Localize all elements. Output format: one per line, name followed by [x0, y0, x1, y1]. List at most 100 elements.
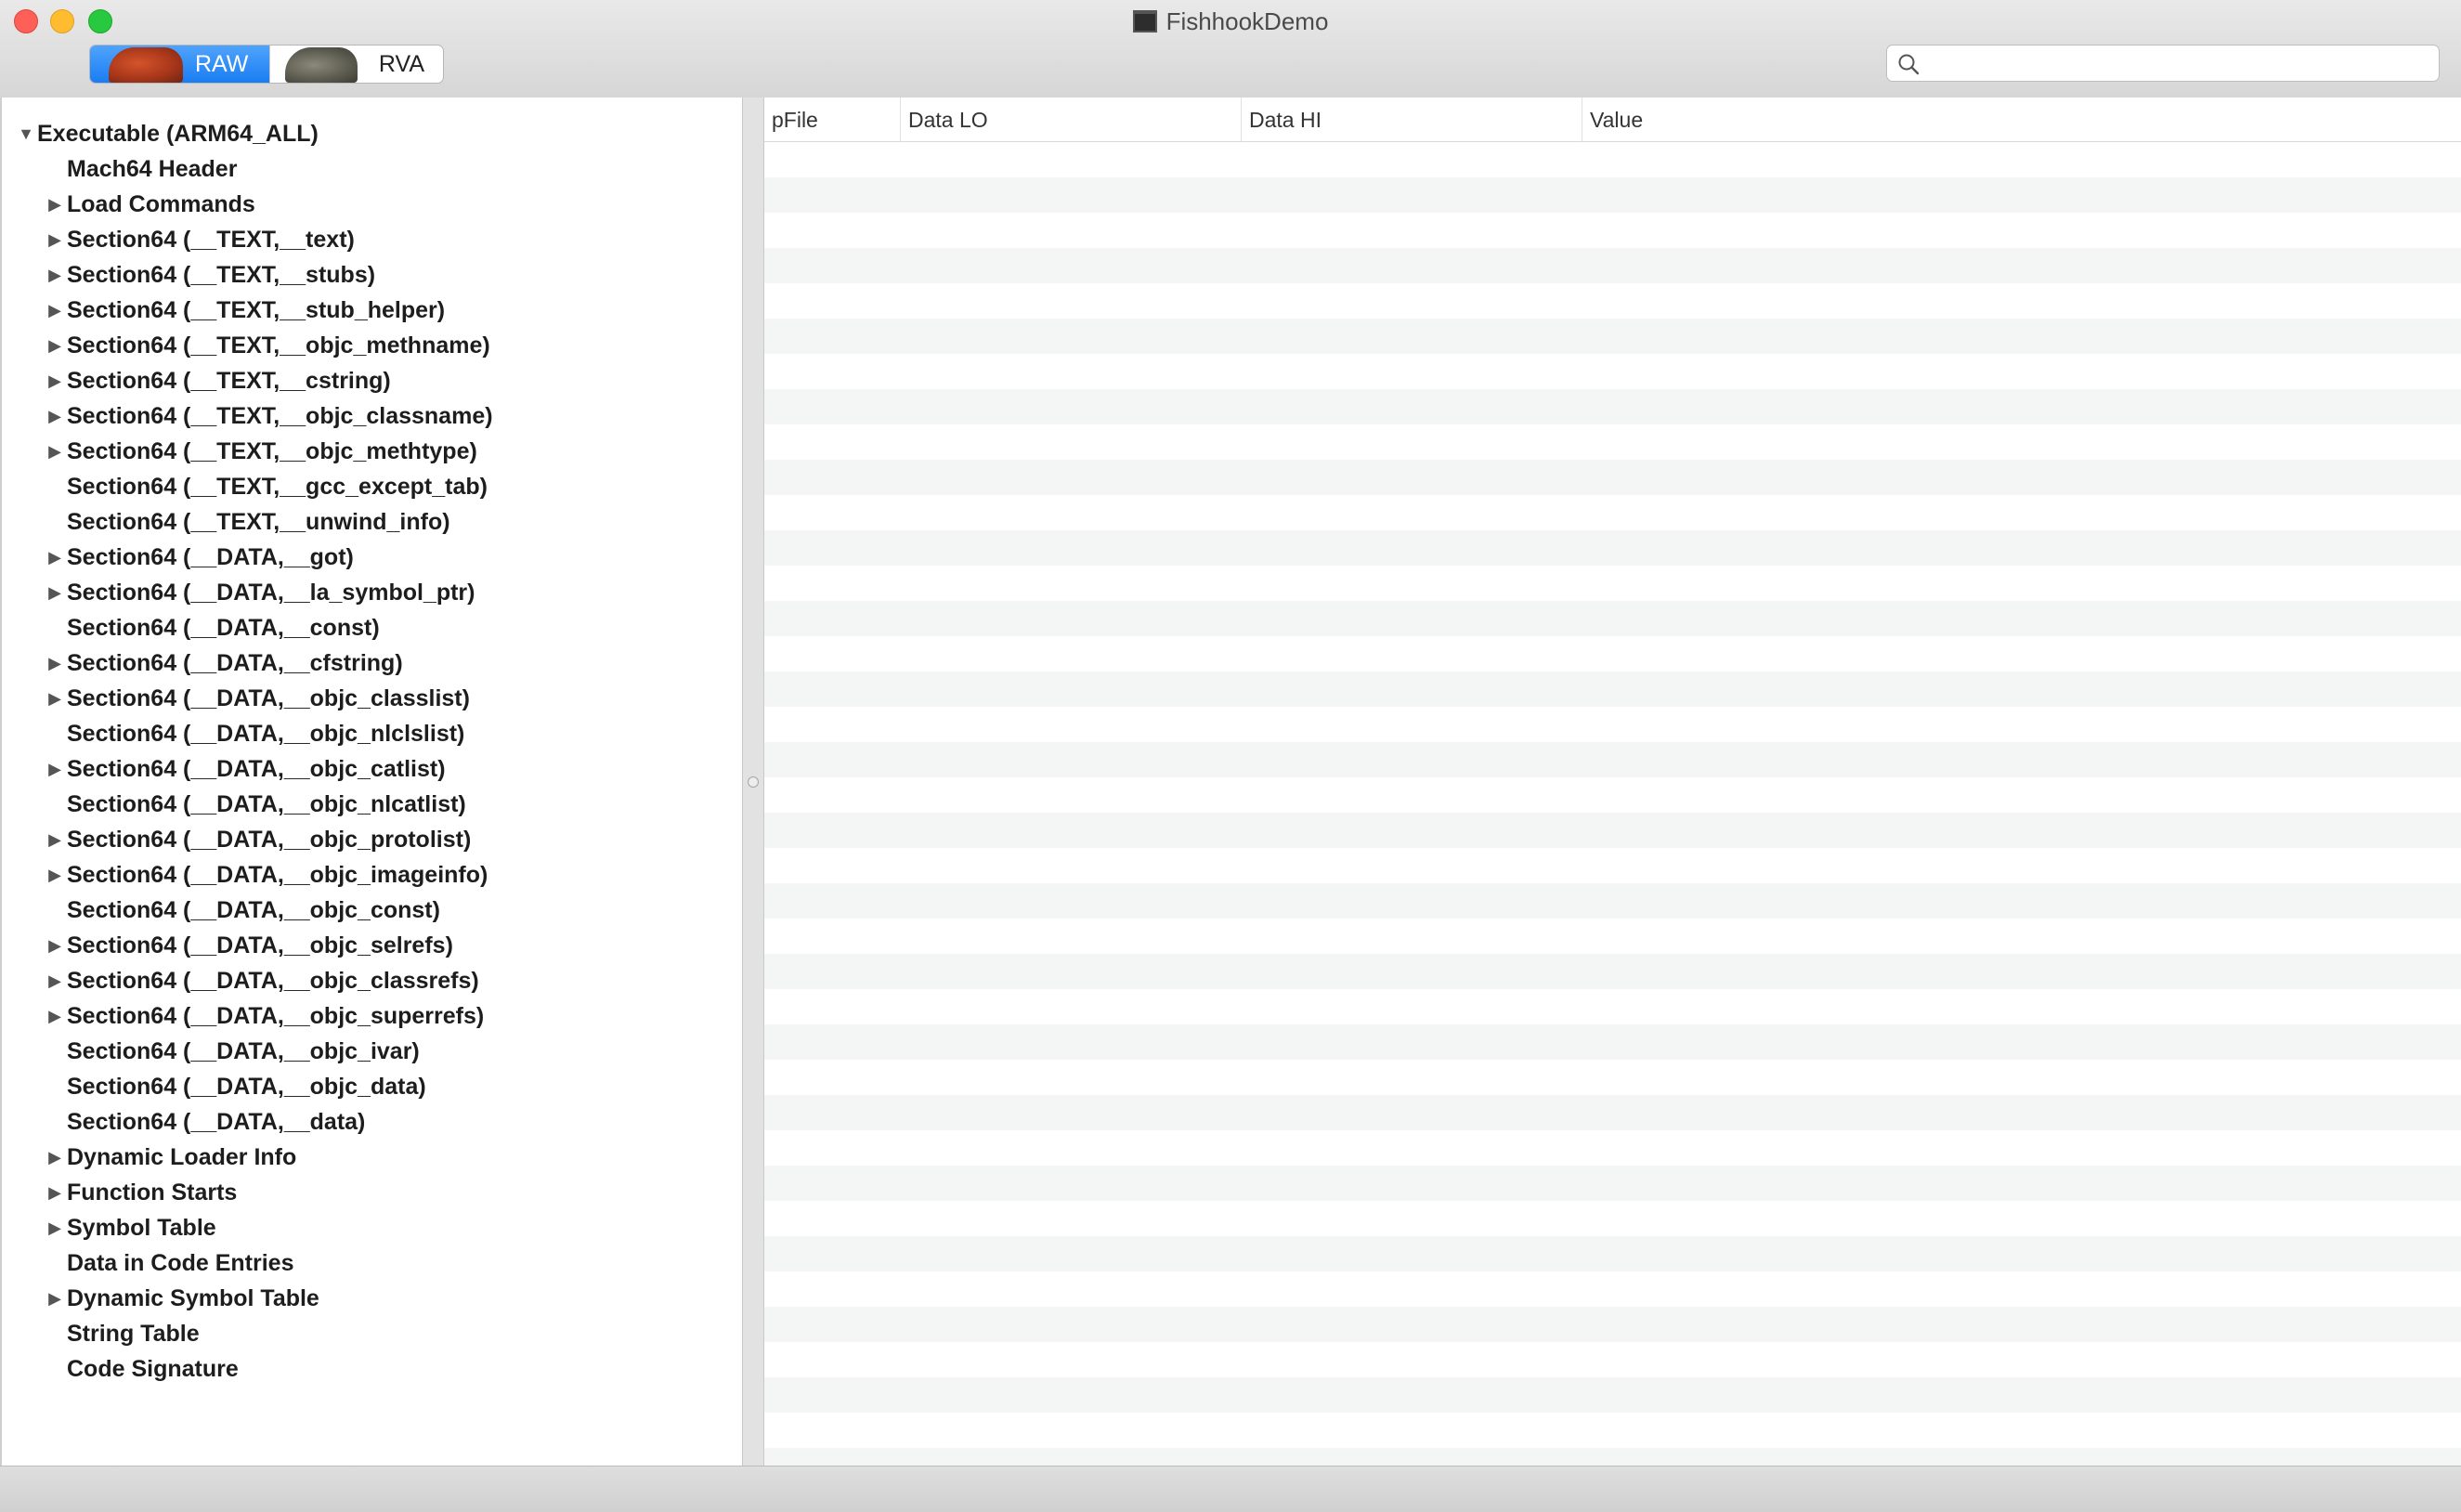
outline-row[interactable]: ▶ Section64 (__DATA,__objc_selrefs): [2, 928, 742, 963]
disclosure-collapsed-icon[interactable]: ▶: [46, 998, 64, 1034]
outline-row[interactable]: ▶ Section64 (__TEXT,__objc_classname): [2, 398, 742, 434]
outline-row[interactable]: ▶ Section64 (__DATA,__objc_classrefs): [2, 963, 742, 998]
raw-mode-button[interactable]: RAW: [90, 46, 269, 83]
table-row[interactable]: [764, 354, 2461, 389]
table-row[interactable]: [764, 319, 2461, 354]
outline-row[interactable]: ▶ Section64 (__TEXT,__stubs): [2, 257, 742, 293]
table-row[interactable]: [764, 989, 2461, 1024]
outline-row[interactable]: ▶ Section64 (__DATA,__la_symbol_ptr): [2, 575, 742, 610]
table-row[interactable]: [764, 777, 2461, 813]
table-row[interactable]: [764, 1342, 2461, 1377]
disclosure-collapsed-icon[interactable]: ▶: [46, 857, 64, 893]
disclosure-collapsed-icon[interactable]: ▶: [46, 963, 64, 998]
table-row[interactable]: [764, 213, 2461, 248]
outline-row[interactable]: ▶ Section64 (__DATA,__cfstring): [2, 645, 742, 681]
outline-row[interactable]: ▶ Section64 (__TEXT,__objc_methtype): [2, 434, 742, 469]
outline-row[interactable]: ▶ Section64 (__DATA,__got): [2, 540, 742, 575]
table-row[interactable]: [764, 283, 2461, 319]
outline-row[interactable]: ▶ Dynamic Loader Info: [2, 1140, 742, 1175]
table-row[interactable]: [764, 1095, 2461, 1130]
disclosure-collapsed-icon[interactable]: ▶: [46, 1140, 64, 1175]
table-row[interactable]: [764, 601, 2461, 636]
table-row[interactable]: [764, 530, 2461, 566]
table-row[interactable]: [764, 1271, 2461, 1307]
disclosure-collapsed-icon[interactable]: ▶: [46, 751, 64, 787]
table-row[interactable]: [764, 1307, 2461, 1342]
disclosure-collapsed-icon[interactable]: ▶: [46, 822, 64, 857]
table-row[interactable]: [764, 1130, 2461, 1166]
disclosure-collapsed-icon[interactable]: ▶: [46, 645, 64, 681]
disclosure-collapsed-icon[interactable]: ▶: [46, 222, 64, 257]
disclosure-expanded-icon[interactable]: ▼: [17, 116, 35, 151]
outline-row[interactable]: ▶ Section64 (__DATA,__objc_imageinfo): [2, 857, 742, 893]
disclosure-collapsed-icon[interactable]: ▶: [46, 187, 64, 222]
outline-row[interactable]: ▶ Section64 (__TEXT,__cstring): [2, 363, 742, 398]
table-row[interactable]: [764, 389, 2461, 424]
table-row[interactable]: [764, 1377, 2461, 1413]
outline-row[interactable]: ▶ Function Starts: [2, 1175, 742, 1210]
table-row[interactable]: [764, 1236, 2461, 1271]
outline-row[interactable]: ▶ Section64 (__DATA,__objc_protolist): [2, 822, 742, 857]
table-row[interactable]: [764, 1060, 2461, 1095]
outline-row[interactable]: Section64 (__DATA,__objc_nlclslist): [2, 716, 742, 751]
outline-row[interactable]: Mach64 Header: [2, 151, 742, 187]
table-row[interactable]: [764, 495, 2461, 530]
table-row[interactable]: [764, 566, 2461, 601]
table-row[interactable]: [764, 742, 2461, 777]
outline-row[interactable]: Code Signature: [2, 1351, 742, 1387]
table-row[interactable]: [764, 460, 2461, 495]
table-row[interactable]: [764, 177, 2461, 213]
outline-row[interactable]: Section64 (__TEXT,__unwind_info): [2, 504, 742, 540]
disclosure-collapsed-icon[interactable]: ▶: [46, 398, 64, 434]
search-input[interactable]: [1928, 49, 2433, 79]
disclosure-collapsed-icon[interactable]: ▶: [46, 1281, 64, 1316]
outline-row[interactable]: ▶ Section64 (__TEXT,__stub_helper): [2, 293, 742, 328]
outline-row[interactable]: Section64 (__DATA,__objc_const): [2, 893, 742, 928]
disclosure-collapsed-icon[interactable]: ▶: [46, 575, 64, 610]
outline-row[interactable]: ▶ Load Commands: [2, 187, 742, 222]
table-row[interactable]: [764, 883, 2461, 919]
table-row[interactable]: [764, 848, 2461, 883]
outline-row[interactable]: ▶ Symbol Table: [2, 1210, 742, 1245]
outline-row[interactable]: Section64 (__DATA,__objc_ivar): [2, 1034, 742, 1069]
outline-row[interactable]: ▶ Section64 (__DATA,__objc_classlist): [2, 681, 742, 716]
table-row[interactable]: [764, 813, 2461, 848]
disclosure-collapsed-icon[interactable]: ▶: [46, 434, 64, 469]
table-row[interactable]: [764, 424, 2461, 460]
outline-row[interactable]: ▶ Section64 (__DATA,__objc_superrefs): [2, 998, 742, 1034]
table-row[interactable]: [764, 142, 2461, 177]
divider-handle[interactable]: [748, 776, 759, 788]
table-row[interactable]: [764, 1201, 2461, 1236]
disclosure-collapsed-icon[interactable]: ▶: [46, 363, 64, 398]
search-field[interactable]: [1886, 45, 2440, 82]
column-header-data-hi[interactable]: Data HI: [1241, 98, 1582, 142]
disclosure-collapsed-icon[interactable]: ▶: [46, 681, 64, 716]
table-row[interactable]: [764, 1166, 2461, 1201]
table-row[interactable]: [764, 248, 2461, 283]
outline-row[interactable]: ▶ Dynamic Symbol Table: [2, 1281, 742, 1316]
table-row[interactable]: [764, 919, 2461, 954]
disclosure-collapsed-icon[interactable]: ▶: [46, 1175, 64, 1210]
outline-row[interactable]: Section64 (__TEXT,__gcc_except_tab): [2, 469, 742, 504]
outline-row[interactable]: ▶ Section64 (__DATA,__objc_catlist): [2, 751, 742, 787]
table-row[interactable]: [764, 1413, 2461, 1448]
table-row[interactable]: [764, 1448, 2461, 1466]
outline-row[interactable]: Data in Code Entries: [2, 1245, 742, 1281]
table-row[interactable]: [764, 671, 2461, 707]
disclosure-collapsed-icon[interactable]: ▶: [46, 293, 64, 328]
table-row[interactable]: [764, 1024, 2461, 1060]
table-row[interactable]: [764, 636, 2461, 671]
outline-row[interactable]: Section64 (__DATA,__const): [2, 610, 742, 645]
outline-row[interactable]: ▶ Section64 (__TEXT,__text): [2, 222, 742, 257]
outline-row[interactable]: Section64 (__DATA,__objc_nlcatlist): [2, 787, 742, 822]
outline-row[interactable]: Section64 (__DATA,__data): [2, 1104, 742, 1140]
disclosure-collapsed-icon[interactable]: ▶: [46, 928, 64, 963]
split-view-divider[interactable]: [743, 98, 763, 1466]
outline-row[interactable]: String Table: [2, 1316, 742, 1351]
disclosure-collapsed-icon[interactable]: ▶: [46, 540, 64, 575]
rva-mode-button[interactable]: RVA: [269, 46, 443, 83]
disclosure-collapsed-icon[interactable]: ▶: [46, 1210, 64, 1245]
outline-row[interactable]: Section64 (__DATA,__objc_data): [2, 1069, 742, 1104]
table-row[interactable]: [764, 954, 2461, 989]
disclosure-collapsed-icon[interactable]: ▶: [46, 257, 64, 293]
